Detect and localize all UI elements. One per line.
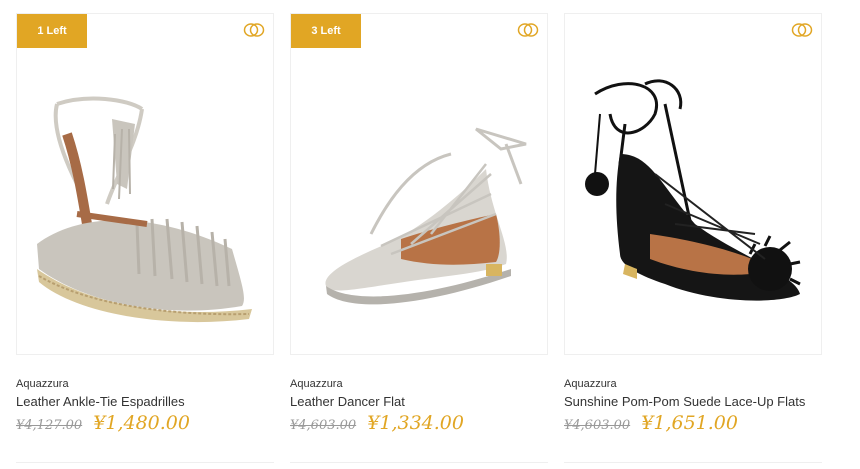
product-card[interactable]: 1 Left Aquazzura Leather Ankle-Tie Espad… bbox=[16, 13, 274, 434]
product-image[interactable]: 1 Left bbox=[16, 13, 274, 355]
next-row-card-edge bbox=[290, 462, 548, 469]
product-name[interactable]: Sunshine Pom-Pom Suede Lace-Up Flats bbox=[564, 394, 805, 409]
original-price: ¥4,603.00 bbox=[290, 418, 357, 433]
product-image[interactable]: 3 Left bbox=[290, 13, 548, 355]
sale-price: ¥1,480.00 bbox=[93, 412, 190, 434]
product-name[interactable]: Leather Ankle-Tie Espadrilles bbox=[16, 394, 185, 409]
product-name[interactable]: Leather Dancer Flat bbox=[290, 394, 405, 409]
product-card[interactable]: 3 Left Aquazzura Leather Dancer Flat ¥4,… bbox=[290, 13, 548, 434]
product-brand[interactable]: Aquazzura bbox=[290, 378, 343, 390]
original-price: ¥4,127.00 bbox=[16, 418, 83, 433]
stock-badge: 3 Left bbox=[291, 14, 361, 48]
product-brand[interactable]: Aquazzura bbox=[16, 378, 69, 390]
sale-price: ¥1,651.00 bbox=[641, 412, 738, 434]
product-prices: ¥4,127.00 ¥1,480.00 bbox=[16, 412, 190, 434]
original-price: ¥4,603.00 bbox=[564, 418, 631, 433]
compare-rings-icon[interactable] bbox=[791, 23, 813, 37]
product-brand[interactable]: Aquazzura bbox=[564, 378, 617, 390]
pom-pom-flat-shoe-image bbox=[585, 79, 801, 301]
product-image[interactable] bbox=[564, 13, 822, 355]
product-card[interactable]: Aquazzura Sunshine Pom-Pom Suede Lace-Up… bbox=[564, 13, 822, 434]
stock-badge: 1 Left bbox=[17, 14, 87, 48]
product-prices: ¥4,603.00 ¥1,651.00 bbox=[564, 412, 738, 434]
next-row-card-edge bbox=[564, 462, 822, 469]
dancer-flat-shoe-image bbox=[325, 127, 527, 305]
compare-rings-icon[interactable] bbox=[517, 23, 539, 37]
compare-rings-icon[interactable] bbox=[243, 23, 265, 37]
sale-price: ¥1,334.00 bbox=[367, 412, 464, 434]
product-prices: ¥4,603.00 ¥1,334.00 bbox=[290, 412, 464, 434]
next-row-card-edge bbox=[16, 462, 274, 469]
espadrille-shoe-image bbox=[37, 96, 252, 323]
